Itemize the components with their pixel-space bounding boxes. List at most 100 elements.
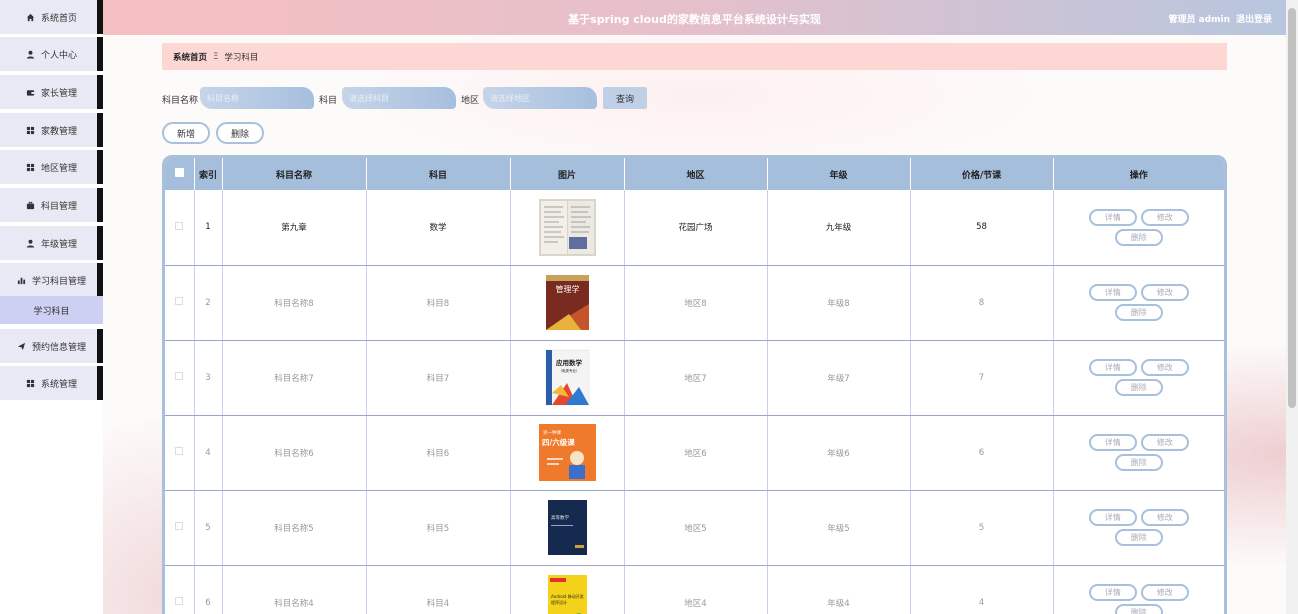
edit-button[interactable]: 修改 [1140,208,1189,226]
cell-grade: 年级4 [767,565,911,614]
row-select-cell [165,490,195,566]
cell-name: 第九章 [222,190,367,266]
row-select-cell [165,340,195,416]
logout-link[interactable]: 退出登录 [1236,12,1272,25]
cell-price: 8 [910,265,1054,341]
cell-price: 6 [910,415,1054,491]
add-button[interactable]: 新增 [162,122,210,144]
row-checkbox[interactable] [175,221,184,230]
sidebar-item-system[interactable]: 系统管理 [0,366,103,400]
home-icon [26,13,35,22]
cell-actions: 详情 修改 删除 [1053,265,1224,341]
sidebar-item-appointments[interactable]: 预约信息管理 [0,329,103,363]
row-checkbox[interactable] [175,372,184,380]
row-delete-button[interactable]: 删除 [1114,454,1163,471]
row-delete-button[interactable]: 删除 [1114,379,1163,396]
sidebar-item-label: 个人中心 [40,50,77,61]
cover-title: 管理学 [555,284,579,294]
query-button[interactable]: 查询 [603,87,647,109]
header-grade: 年级 [767,158,911,190]
subject-label: 科目 [319,96,338,106]
cell-price: 7 [910,340,1054,416]
sidebar-item-label: 学习科目管理 [31,276,86,287]
row-delete-button[interactable]: 删除 [1114,304,1163,321]
breadcrumb: 系统首页 Ξ 学习科目 [162,43,1227,70]
cell-image: 管理学 [510,265,625,341]
edit-button[interactable]: 修改 [1140,584,1189,601]
breadcrumb-home[interactable]: 系统首页 [173,51,207,63]
row-delete-button[interactable]: 删除 [1114,604,1163,614]
cell-image [510,190,625,266]
select-all-cell[interactable] [165,158,195,190]
cover-top-text: 另一种课 [543,429,561,436]
cell-region: 地区8 [624,265,768,341]
sidebar: 系统首页 个人中心 家长管理 家教管理 地区管理 科目管理 年级管理 学习科目管… [0,0,103,614]
detail-button[interactable]: 详情 [1088,359,1137,376]
cell-price: 4 [910,565,1054,614]
user-icon [26,50,35,59]
row-select-cell [165,415,195,491]
cell-name: 科目名称8 [222,265,367,341]
cell-index: 5 [194,490,223,566]
cell-name: 科目名称7 [222,340,367,416]
sidebar-subitem-study-subject[interactable]: 学习科目 [0,296,103,324]
sidebar-item-label: 科目管理 [40,201,77,212]
top-header: 基于spring cloud的家教信息平台系统设计与实现 管理员 admin 退… [103,0,1286,35]
edit-button[interactable]: 修改 [1140,434,1189,451]
cover-subtitle: （电类专业） [558,368,579,373]
cover-title: Android 移动开发 [551,593,584,599]
detail-button[interactable]: 详情 [1088,284,1137,301]
sidebar-item-subjects[interactable]: 科目管理 [0,188,103,222]
cell-price: 58 [910,190,1054,266]
current-user: 管理员 admin [1168,15,1230,25]
row-checkbox[interactable] [175,297,184,305]
grid-icon [26,163,35,172]
sidebar-item-label: 地区管理 [40,163,77,174]
header-actions: 操作 [1129,170,1148,181]
cell-image: 高等数学 [510,490,625,566]
book-cover-management: 管理学 [539,274,596,331]
table-row: 5 科目名称5 科目5 高等数学 地区5 年级5 5 详情 修改 删除 [165,490,1224,566]
sidebar-item-parents[interactable]: 家长管理 [0,75,103,109]
sidebar-item-regions[interactable]: 地区管理 [0,150,103,184]
sidebar-item-home[interactable]: 系统首页 [0,0,103,34]
page-scrollbar-thumb[interactable] [1288,8,1296,408]
cell-name: 科目名称4 [222,565,367,614]
detail-button[interactable]: 详情 [1088,434,1137,451]
select-all-checkbox[interactable] [174,168,184,177]
cover-subtitle: 程序设计 [551,599,567,605]
page-scrollbar[interactable] [1286,0,1298,614]
grid-icon [26,126,35,135]
subject-name-input[interactable] [200,87,314,109]
row-checkbox[interactable] [175,447,184,455]
sidebar-item-study-subjects[interactable]: 学习科目管理 [0,263,103,297]
breadcrumb-separator: Ξ [213,51,219,62]
row-delete-button[interactable]: 删除 [1114,228,1163,246]
sidebar-item-grades[interactable]: 年级管理 [0,226,103,260]
edit-button[interactable]: 修改 [1140,359,1189,376]
detail-button[interactable]: 详情 [1088,584,1137,601]
delete-button[interactable]: 删除 [216,122,264,144]
cell-grade: 年级8 [767,265,911,341]
cell-region: 地区6 [624,415,768,491]
detail-button[interactable]: 详情 [1088,509,1137,526]
cell-index: 2 [194,265,223,341]
sidebar-item-tutors[interactable]: 家教管理 [0,113,103,147]
subject-select[interactable] [342,87,456,109]
row-checkbox[interactable] [175,522,184,530]
row-checkbox[interactable] [175,597,184,605]
row-delete-button[interactable]: 删除 [1114,529,1163,546]
briefcase-icon [26,201,35,210]
sidebar-item-label: 系统首页 [40,13,77,24]
cell-subject: 科目8 [366,265,511,341]
edit-button[interactable]: 修改 [1140,284,1189,301]
sidebar-subitem-label: 学习科目 [33,306,70,317]
sidebar-item-profile[interactable]: 个人中心 [0,37,103,71]
notebook-photo [538,198,596,256]
header-name: 科目名称 [222,158,367,190]
region-select[interactable] [483,87,597,109]
edit-button[interactable]: 修改 [1140,509,1189,526]
subject-name-label: 科目名称 [162,96,199,106]
detail-button[interactable]: 详情 [1088,208,1137,226]
cell-region: 花园广场 [624,190,768,266]
